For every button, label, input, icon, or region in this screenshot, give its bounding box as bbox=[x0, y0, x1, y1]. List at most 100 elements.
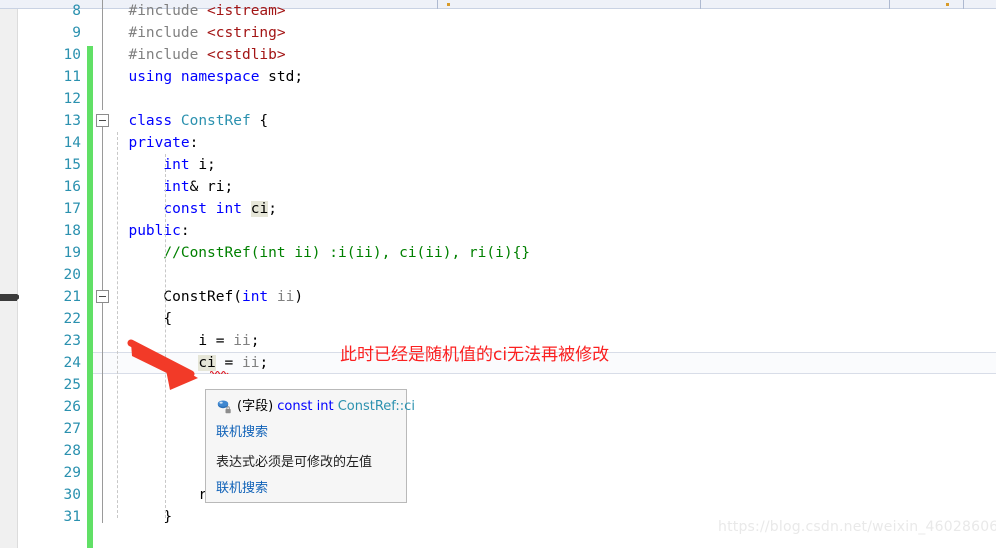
tooltip-sig-symbol: ConstRef::ci bbox=[337, 399, 415, 414]
code-line[interactable]: ci = ii; bbox=[111, 352, 268, 374]
line-number: 15 bbox=[63, 157, 81, 173]
code-token: #include bbox=[128, 25, 199, 41]
code-token: ii bbox=[233, 333, 251, 349]
line-number: 27 bbox=[63, 421, 81, 437]
code-token: i; bbox=[189, 157, 216, 173]
field-private-icon bbox=[216, 399, 232, 415]
line-number-gutter: 8 9 10 11 12 13 14 15 16 17 18 19 20 21 22 23 24 25 26 27 28… bbox=[19, 3, 87, 548]
line-number: 13 bbox=[63, 113, 81, 129]
code-token: <istream> bbox=[207, 3, 286, 19]
line-number: 30 bbox=[63, 487, 81, 503]
code-line[interactable]: } bbox=[111, 506, 172, 528]
code-line[interactable]: //ConstRef(int ii) :i(ii), ci(ii), ri(i)… bbox=[111, 242, 530, 264]
code-line[interactable]: #include <cstdlib> bbox=[111, 44, 285, 66]
indent-guide bbox=[117, 132, 118, 518]
line-number: 18 bbox=[63, 223, 81, 239]
code-token: = bbox=[215, 355, 242, 371]
code-token: //ConstRef(int ii) :i(ii), ci(ii), ri(i)… bbox=[163, 245, 531, 261]
code-line[interactable]: ConstRef(int ii) bbox=[111, 286, 303, 308]
code-line[interactable]: int& ri; bbox=[111, 176, 233, 198]
line-number: 25 bbox=[63, 377, 81, 393]
code-line[interactable]: i = ii; bbox=[111, 330, 259, 352]
code-token: int bbox=[215, 201, 242, 217]
selection-margin[interactable] bbox=[0, 9, 21, 548]
toolbar-icon[interactable] bbox=[447, 3, 450, 6]
tooltip-error-message: 表达式必须是可修改的左值 bbox=[216, 455, 373, 470]
toolbar-separator bbox=[700, 0, 701, 9]
tooltip-search-online-link-top[interactable]: 联机搜索 bbox=[216, 423, 396, 442]
code-line[interactable]: #include <istream> bbox=[111, 0, 286, 22]
code-token: ; bbox=[268, 201, 277, 217]
line-number: 29 bbox=[63, 465, 81, 481]
code-token: { bbox=[111, 311, 173, 327]
code-line[interactable]: public: bbox=[111, 220, 190, 242]
code-line[interactable]: { bbox=[111, 308, 172, 330]
code-token: #include bbox=[128, 47, 199, 63]
code-token: { bbox=[250, 113, 269, 129]
line-number: 12 bbox=[63, 91, 81, 107]
line-number: 26 bbox=[63, 399, 81, 415]
code-token: public bbox=[128, 223, 181, 239]
line-number: 20 bbox=[63, 267, 81, 283]
code-line[interactable]: using namespace std; bbox=[111, 66, 303, 88]
code-line[interactable]: int i; bbox=[111, 154, 216, 176]
code-token: ) bbox=[294, 289, 304, 305]
code-token: private bbox=[128, 135, 190, 151]
bookmark-marker-icon[interactable] bbox=[0, 294, 21, 301]
code-token: int bbox=[163, 179, 190, 195]
collapse-region-button[interactable] bbox=[96, 290, 109, 303]
line-number: 8 bbox=[72, 3, 81, 19]
code-token: ConstRef bbox=[180, 113, 251, 129]
code-line[interactable]: class ConstRef { bbox=[111, 110, 268, 132]
code-token: i bbox=[198, 333, 208, 349]
outlining-margin[interactable] bbox=[95, 0, 111, 548]
code-token: int bbox=[163, 157, 190, 173]
collapse-region-button[interactable] bbox=[96, 114, 109, 127]
intellisense-quickinfo-tooltip[interactable]: (字段) const int ConstRef::ci 联机搜索 表达式必须是可… bbox=[205, 389, 415, 503]
code-token: & ri; bbox=[189, 179, 234, 195]
code-line[interactable]: const int ci; bbox=[111, 198, 277, 220]
line-number: 24 bbox=[63, 355, 81, 371]
code-line[interactable]: #include <cstring> bbox=[111, 22, 285, 44]
line-number: 22 bbox=[63, 311, 81, 327]
error-squiggle bbox=[210, 370, 230, 374]
line-number: 14 bbox=[63, 135, 81, 151]
outlining-bracket bbox=[102, 127, 103, 523]
code-token: const bbox=[163, 201, 208, 217]
outlining-bracket bbox=[102, 0, 103, 110]
code-token: ii bbox=[276, 289, 295, 305]
annotation-label: 此时已经是随机值的ci无法再被修改 bbox=[340, 345, 610, 365]
toolbar-icon[interactable] bbox=[946, 3, 949, 6]
tooltip-sig-keywords: const int bbox=[277, 399, 338, 414]
code-token: ConstRef bbox=[163, 289, 234, 305]
code-token: : bbox=[180, 223, 190, 239]
code-editor-surface[interactable]: 8 9 10 11 12 13 14 15 16 17 18 19 20 21 22 23 24 25 26 27 28… bbox=[19, 0, 996, 548]
code-token: ( bbox=[233, 289, 242, 305]
code-token: ; bbox=[250, 333, 260, 349]
toolbar-separator bbox=[963, 0, 964, 9]
code-token: #include bbox=[128, 3, 199, 19]
code-line[interactable]: private: bbox=[111, 132, 198, 154]
tooltip-signature-text: (字段) const int ConstRef::ci bbox=[237, 397, 415, 416]
tooltip-search-online-link-bottom[interactable]: 联机搜索 bbox=[216, 479, 396, 498]
tooltip-sig-kind: (字段) bbox=[237, 399, 278, 414]
code-token: class bbox=[128, 113, 173, 129]
